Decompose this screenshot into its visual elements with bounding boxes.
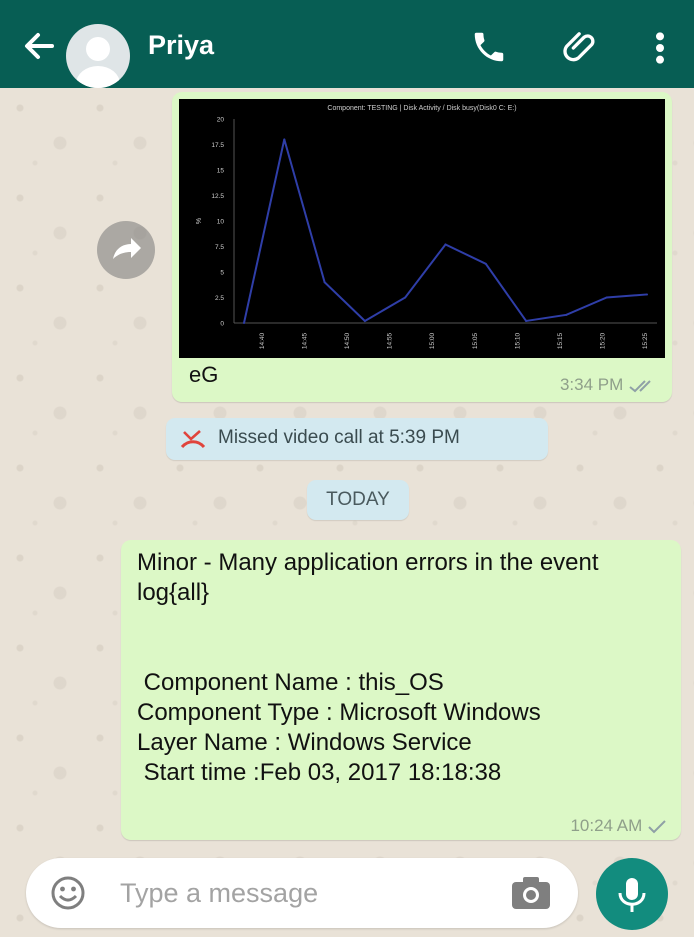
emoji-icon[interactable]: [50, 875, 86, 911]
default-avatar-icon: [76, 37, 120, 88]
x-tick-label: 15:25: [642, 332, 649, 349]
chart-image[interactable]: Component: TESTING | Disk Activity / Dis…: [179, 99, 665, 358]
attachment-icon[interactable]: [560, 28, 600, 68]
data-point: [283, 138, 286, 141]
x-tick-label: 15:20: [599, 332, 606, 349]
y-tick-label: 17.5: [211, 142, 224, 149]
missed-call-icon: [180, 430, 206, 449]
avatar[interactable]: [66, 24, 130, 88]
x-tick-label: 14:40: [259, 332, 266, 349]
forward-button[interactable]: [97, 221, 155, 279]
missed-call-notice[interactable]: Missed video call at 5:39 PM: [166, 418, 548, 460]
data-point: [565, 313, 568, 316]
y-tick-label: 15: [217, 168, 225, 175]
x-tick-label: 14:55: [387, 332, 394, 349]
x-tick-label: 14:50: [344, 332, 351, 349]
camera-icon[interactable]: [510, 874, 552, 912]
x-tick-label: 15:15: [557, 332, 564, 349]
double-check-icon: [629, 379, 651, 392]
message-body: Minor - Many application errors in the e…: [137, 549, 599, 786]
x-tick-label: 15:05: [472, 332, 479, 349]
y-tick-label: 12.5: [211, 193, 224, 200]
data-point: [444, 243, 447, 246]
voice-call-icon[interactable]: [470, 28, 508, 66]
data-point: [646, 293, 648, 296]
forward-arrow-icon: [113, 238, 141, 259]
disk-activity-chart: Component: TESTING | Disk Activity / Dis…: [196, 105, 657, 349]
text-message-bubble[interactable]: Minor - Many application errors in the e…: [121, 540, 681, 840]
chart-title: Component: TESTING | Disk Activity / Dis…: [327, 105, 516, 112]
image-message-bubble[interactable]: Component: TESTING | Disk Activity / Dis…: [172, 92, 672, 402]
data-point: [323, 281, 326, 284]
image-caption: eG: [189, 362, 219, 387]
data-point: [484, 262, 487, 265]
back-arrow-icon[interactable]: [18, 26, 58, 66]
data-point: [243, 322, 245, 324]
y-tick-label: 10: [217, 219, 225, 226]
data-point: [404, 296, 407, 299]
message-time: 10:24 AM: [570, 816, 643, 835]
missed-call-text: Missed video call at 5:39 PM: [218, 427, 460, 448]
voice-record-button[interactable]: [596, 858, 668, 930]
series-line: [243, 139, 648, 324]
microphone-icon: [618, 878, 646, 912]
message-meta: 3:34 PM: [560, 375, 658, 395]
message-input-bar[interactable]: Type a message: [26, 858, 578, 928]
x-tick-label: 15:10: [514, 332, 521, 349]
y-tick-label: 7.5: [215, 244, 224, 251]
data-point: [525, 319, 528, 322]
date-divider: TODAY: [307, 480, 409, 520]
x-tick-label: 14:45: [302, 332, 309, 349]
y-tick-label: 0: [220, 321, 224, 328]
data-point: [605, 296, 608, 299]
single-check-icon: [648, 819, 666, 833]
message-time: 3:34 PM: [559, 375, 624, 394]
y-tick-label: 2.5: [215, 295, 224, 302]
y-axis-label: %: [196, 218, 203, 224]
message-input[interactable]: Type a message: [120, 878, 318, 909]
chat-header: Priya: [0, 0, 694, 88]
more-options-icon[interactable]: [650, 28, 670, 68]
contact-name[interactable]: Priya: [148, 30, 214, 61]
x-tick-label: 15:00: [429, 332, 436, 349]
y-tick-label: 5: [220, 270, 224, 277]
y-tick-label: 20: [217, 117, 225, 124]
message-meta: 10:24 AM: [570, 816, 667, 836]
data-point: [363, 319, 366, 322]
